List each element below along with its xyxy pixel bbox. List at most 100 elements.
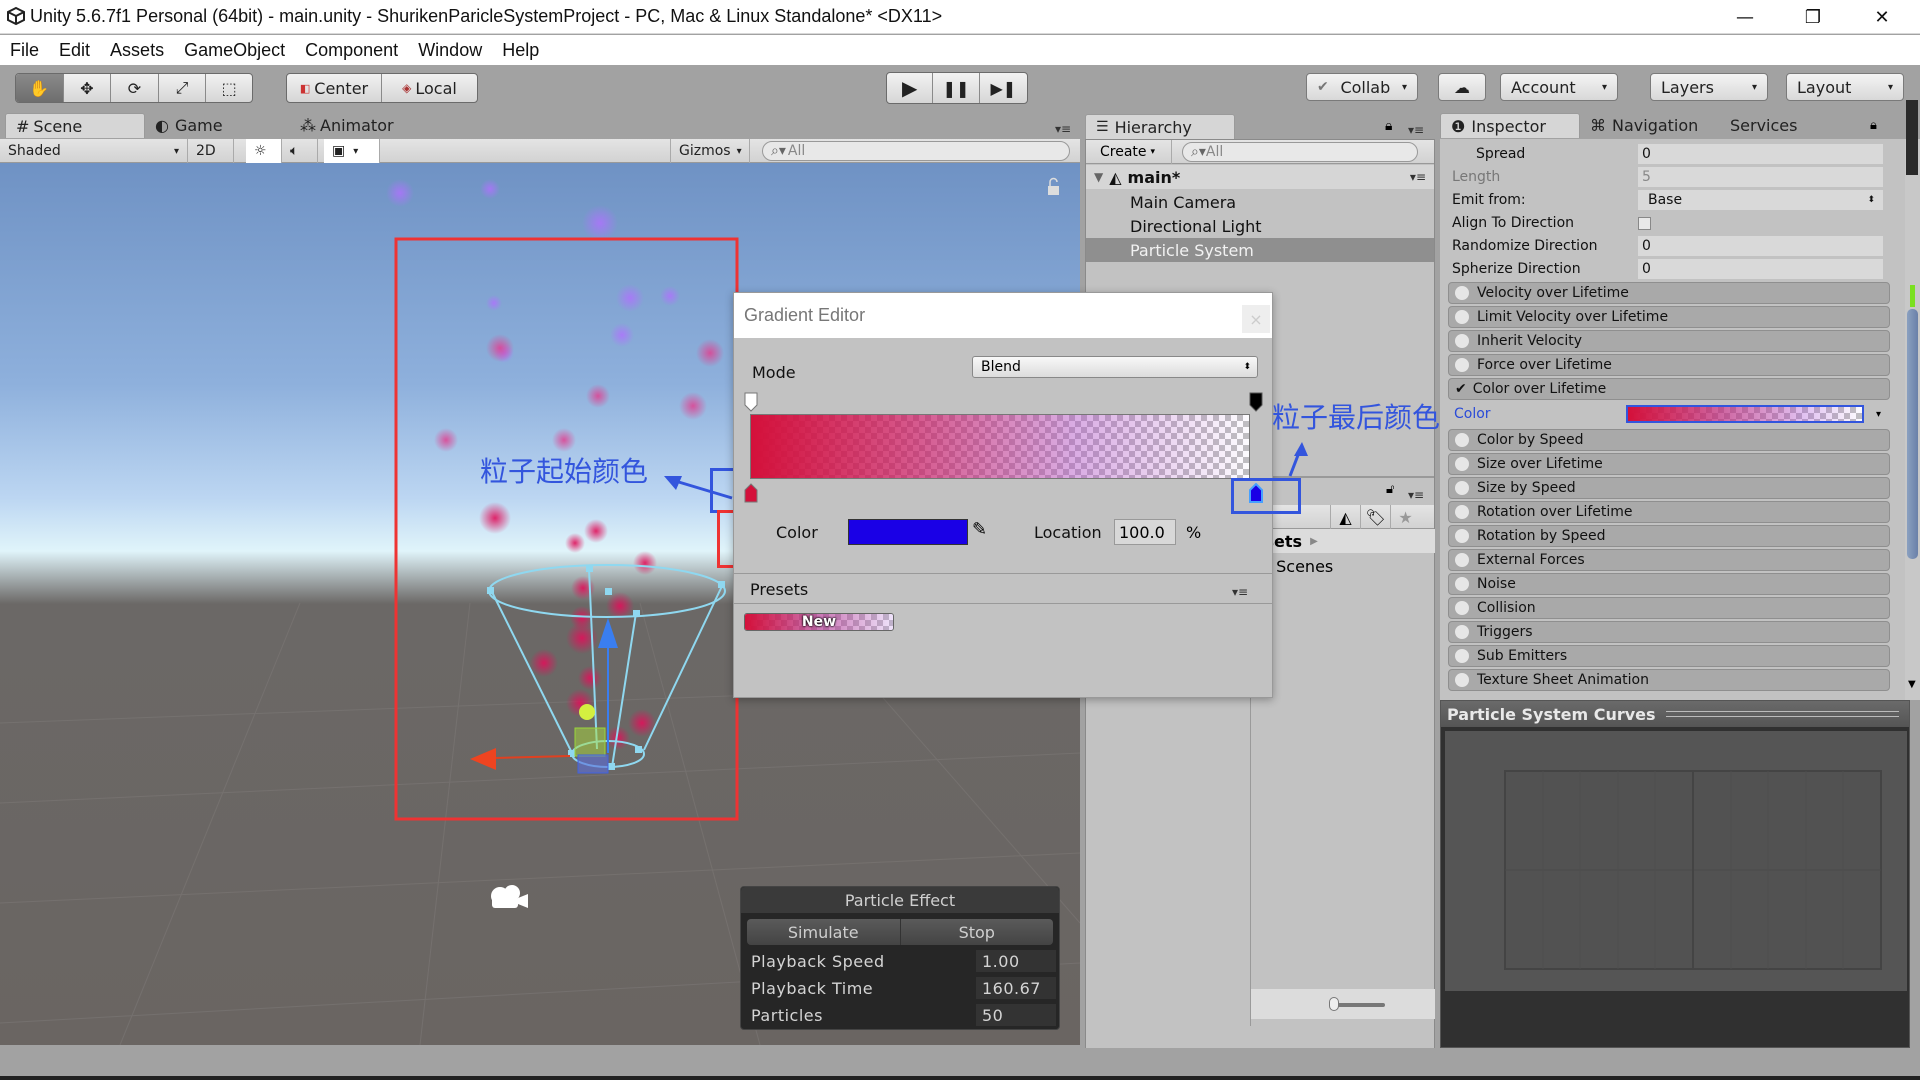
gizmos-dropdown[interactable]: Gizmos ▾	[670, 139, 750, 163]
x-axis-handle[interactable]	[494, 755, 571, 759]
presets-menu-icon[interactable]: ▾≡	[1232, 585, 1248, 599]
plane-handle[interactable]	[574, 727, 606, 757]
filter-by-type-button[interactable]: ◭	[1330, 505, 1360, 529]
module-toggle[interactable]	[1455, 625, 1469, 639]
camera-icon[interactable]	[491, 885, 528, 908]
hierarchy-item[interactable]: Main Camera	[1086, 190, 1434, 214]
inspector-lock-icon[interactable]: 🔒︎	[1870, 118, 1877, 133]
effects-dropdown[interactable]: ▣ ▾	[324, 139, 380, 163]
emit-from-dropdown[interactable]: Base ⬍	[1638, 190, 1883, 210]
play-button[interactable]: ▶	[887, 73, 934, 103]
module-color-over-lifetime[interactable]: ✔ Color over Lifetime	[1448, 378, 1890, 400]
module-limit-velocity[interactable]: Limit Velocity over Lifetime	[1448, 306, 1890, 328]
module-toggle[interactable]	[1455, 310, 1469, 324]
module-toggle[interactable]	[1455, 358, 1469, 372]
color-key-start[interactable]	[744, 483, 758, 503]
layers-dropdown[interactable]: Layers ▾	[1650, 73, 1768, 101]
pivot-center-button[interactable]: ◧ Center	[287, 74, 382, 102]
scrollbar-thumb[interactable]	[1907, 309, 1918, 559]
menu-window[interactable]: Window	[418, 40, 482, 61]
preset-new-button[interactable]: New	[744, 613, 894, 631]
module-size-over-lifetime[interactable]: Size over Lifetime	[1448, 453, 1890, 475]
menu-edit[interactable]: Edit	[59, 40, 90, 61]
menu-gameobject[interactable]: GameObject	[184, 40, 285, 61]
lock-icon[interactable]	[1048, 177, 1059, 196]
color-gradient-field[interactable]	[1626, 405, 1864, 423]
plane-handle-xz[interactable]	[577, 754, 609, 774]
color-swatch[interactable]	[848, 519, 968, 545]
module-toggle[interactable]	[1455, 601, 1469, 615]
mode-dropdown[interactable]: Blend ⬍	[972, 356, 1258, 378]
scroll-down-icon[interactable]: ▼	[1908, 679, 1916, 690]
randomize-direction-input[interactable]: 0	[1638, 236, 1883, 256]
scene-menu-icon[interactable]: ▾≡	[1410, 170, 1426, 184]
rotation-handle[interactable]	[579, 704, 595, 720]
assets-breadcrumb[interactable]: ssets ▶	[1251, 529, 1435, 553]
tab-game[interactable]: ◐ Game	[145, 113, 290, 138]
scene-row[interactable]: ▼ ◭ main* ▾≡	[1086, 165, 1434, 189]
cloud-button[interactable]: ☁	[1438, 73, 1486, 101]
tab-scene[interactable]: # Scene	[5, 113, 145, 138]
account-dropdown[interactable]: Account ▾	[1500, 73, 1618, 101]
eyedropper-icon[interactable]: ✎	[972, 519, 987, 540]
hand-tool-button[interactable]: ✋	[16, 74, 64, 102]
cone-handles[interactable]	[487, 565, 725, 770]
module-toggle[interactable]	[1455, 529, 1469, 543]
project-menu-icon[interactable]: ▾≡	[1408, 488, 1424, 502]
step-button[interactable]: ▶❚	[980, 73, 1027, 103]
stop-button[interactable]: Stop	[901, 919, 1054, 945]
favorites-button[interactable]: ★	[1390, 505, 1420, 529]
hierarchy-item[interactable]: Directional Light	[1086, 214, 1434, 238]
collab-dropdown[interactable]: ✔ Collab ▾	[1306, 73, 1418, 101]
audio-toggle[interactable]: 🔈︎	[282, 139, 318, 163]
shading-mode-dropdown[interactable]: Shaded ▾	[0, 139, 188, 163]
panel-menu-icon[interactable]: ▾≡	[1055, 122, 1071, 136]
rotate-tool-button[interactable]: ⟳	[111, 74, 159, 102]
tab-services[interactable]: Services	[1720, 113, 1840, 138]
scale-tool-button[interactable]: ⤢	[159, 74, 207, 102]
move-tool-button[interactable]: ✥	[64, 74, 112, 102]
tab-animator[interactable]: ⁂ Animator	[290, 113, 440, 138]
gradient-preview[interactable]	[750, 414, 1250, 479]
module-toggle[interactable]	[1455, 553, 1469, 567]
inspector-scrollbar[interactable]: ▼	[1905, 139, 1920, 700]
module-rotation-by-speed[interactable]: Rotation by Speed	[1448, 525, 1890, 547]
module-velocity-over-lifetime[interactable]: Velocity over Lifetime	[1448, 282, 1890, 304]
scene-search-input[interactable]: ⌕▾ All	[762, 141, 1070, 161]
module-texture-sheet-animation[interactable]: Texture Sheet Animation	[1448, 669, 1890, 691]
module-size-by-speed[interactable]: Size by Speed	[1448, 477, 1890, 499]
create-dropdown[interactable]: Create ▾	[1092, 140, 1172, 164]
x-axis-arrow-icon[interactable]	[470, 748, 496, 770]
module-collision[interactable]: Collision	[1448, 597, 1890, 619]
module-toggle[interactable]	[1455, 334, 1469, 348]
chevron-down-icon[interactable]: ▾	[1876, 409, 1881, 420]
minimize-button[interactable]: —	[1715, 0, 1775, 34]
curves-header[interactable]: Particle System Curves	[1441, 701, 1909, 727]
module-toggle[interactable]	[1455, 649, 1469, 663]
hierarchy-lock-icon[interactable]: 🔒︎	[1385, 118, 1392, 134]
project-lock-icon[interactable]: 🔓︎	[1386, 482, 1394, 497]
hierarchy-search-input[interactable]: ⌕▾ All	[1182, 142, 1418, 162]
module-toggle[interactable]	[1455, 673, 1469, 687]
playback-speed-input[interactable]: 1.00	[976, 950, 1056, 972]
lighting-toggle[interactable]: ☼	[246, 139, 282, 163]
alpha-key-start[interactable]	[744, 392, 758, 412]
module-toggle[interactable]	[1455, 577, 1469, 591]
tab-navigation[interactable]: ⌘ Navigation	[1580, 113, 1720, 138]
drag-handle[interactable]	[1665, 711, 1899, 717]
z-axis-arrow-icon[interactable]	[598, 618, 618, 648]
tab-inspector[interactable]: ❶ Inspector	[1440, 113, 1580, 138]
2d-toggle[interactable]: 2D	[188, 139, 234, 163]
rect-tool-button[interactable]: ⬚	[206, 74, 252, 102]
module-toggle[interactable]	[1455, 433, 1469, 447]
restore-button[interactable]: ❐	[1783, 0, 1843, 34]
module-toggle[interactable]	[1455, 505, 1469, 519]
layout-dropdown[interactable]: Layout ▾	[1786, 73, 1904, 101]
menu-file[interactable]: File	[10, 40, 39, 61]
curves-area[interactable]	[1445, 731, 1907, 991]
module-rotation-over-lifetime[interactable]: Rotation over Lifetime	[1448, 501, 1890, 523]
menu-assets[interactable]: Assets	[110, 40, 164, 61]
hierarchy-item-selected[interactable]: Particle System	[1086, 238, 1434, 262]
zoom-slider-handle[interactable]	[1329, 997, 1339, 1011]
checkmark-icon[interactable]: ✔	[1455, 381, 1467, 397]
